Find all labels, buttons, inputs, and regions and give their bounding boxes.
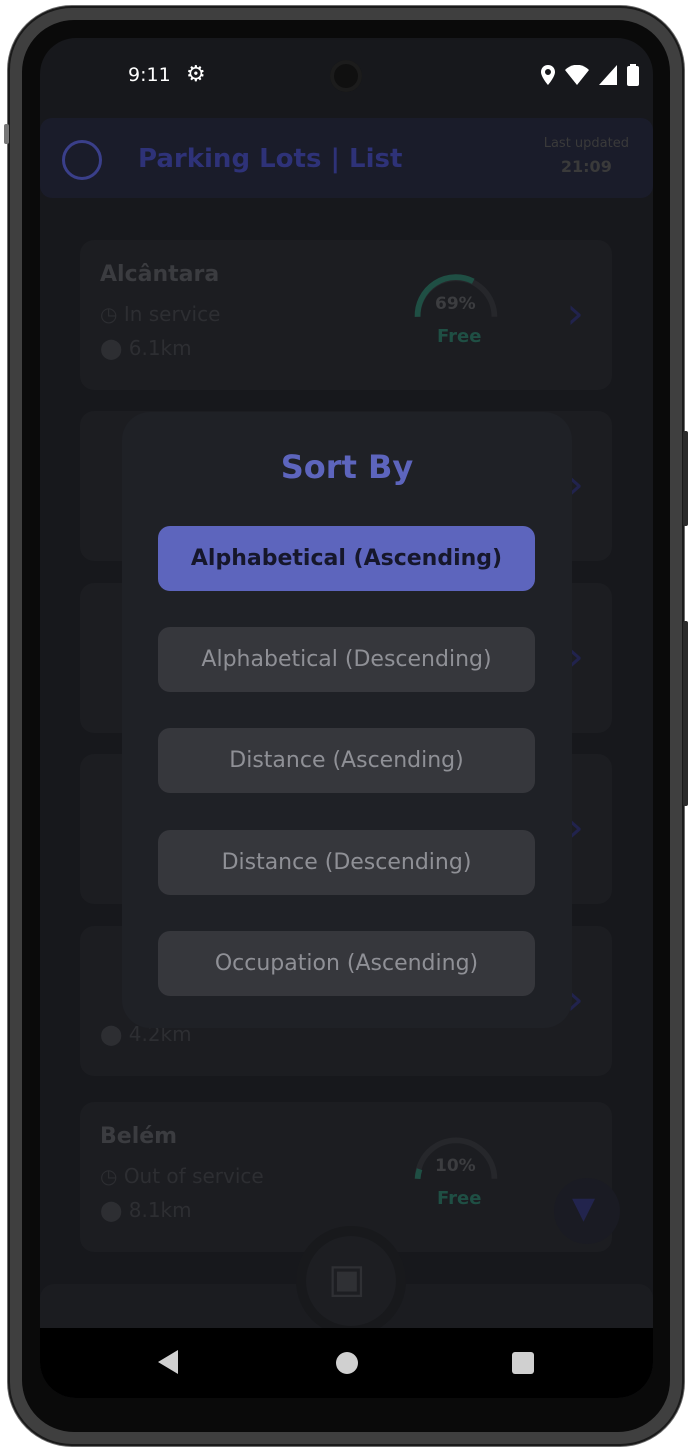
last-updated: Last updated 21:09 bbox=[544, 136, 629, 176]
card-free-label: Free bbox=[437, 326, 482, 347]
status-time: 9:11 bbox=[128, 64, 171, 86]
gear-icon: ⚙ bbox=[186, 62, 206, 87]
card-distance: ⬤ 8.1km bbox=[100, 1198, 192, 1222]
home-icon[interactable] bbox=[336, 1352, 358, 1374]
sort-option-occupation-asc[interactable]: Occupation (Ascending) bbox=[158, 931, 535, 996]
page-title: Parking Lots | List bbox=[138, 144, 403, 174]
card-name: Alcântara bbox=[100, 262, 220, 287]
card-distance: ⬤ 6.1km bbox=[100, 336, 192, 360]
signal-icon bbox=[599, 65, 617, 85]
sort-option-distance-desc[interactable]: Distance (Descending) bbox=[158, 830, 535, 895]
top-bar: Parking Lots | List Last updated 21:09 bbox=[40, 118, 653, 198]
status-icons bbox=[541, 64, 639, 86]
parking-card[interactable]: Belém ◷ Out of service ⬤ 8.1km 10% Free bbox=[80, 1102, 612, 1252]
recent-apps-icon[interactable] bbox=[512, 1352, 534, 1374]
filter-button[interactable]: ▼ bbox=[554, 1178, 620, 1244]
card-percent: 69% bbox=[435, 294, 476, 314]
screen: 9:11 ⚙ Parking Lots | List Last updated … bbox=[40, 38, 653, 1398]
card-service-text: Out of service bbox=[123, 1164, 264, 1188]
camera-cutout bbox=[330, 60, 362, 92]
status-bar: 9:11 ⚙ bbox=[40, 38, 653, 114]
location-icon bbox=[541, 65, 555, 85]
sort-option-alphabetical-desc[interactable]: Alphabetical (Descending) bbox=[158, 627, 535, 692]
sort-dialog: Sort By Alphabetical (Ascending) Alphabe… bbox=[122, 412, 572, 1028]
card-service: ◷ Out of service bbox=[100, 1164, 264, 1188]
card-distance-text: 8.1km bbox=[128, 1198, 192, 1222]
card-distance-text: 6.1km bbox=[128, 336, 192, 360]
card-percent: 10% bbox=[435, 1156, 476, 1176]
sort-option-distance-asc[interactable]: Distance (Ascending) bbox=[158, 728, 535, 793]
card-free-label: Free bbox=[437, 1188, 482, 1209]
parking-card[interactable]: Alcântara ◷ In service ⬤ 6.1km 69% Free … bbox=[80, 240, 612, 390]
system-nav-bar bbox=[40, 1328, 653, 1398]
chevron-right-icon[interactable]: › bbox=[566, 288, 584, 339]
last-updated-time: 21:09 bbox=[560, 157, 612, 176]
sort-option-alphabetical-asc[interactable]: Alphabetical (Ascending) bbox=[158, 526, 535, 591]
card-service-text: In service bbox=[123, 302, 221, 326]
qr-scan-button[interactable]: ▣ bbox=[306, 1236, 396, 1326]
wifi-icon bbox=[565, 65, 589, 85]
dialog-title: Sort By bbox=[280, 448, 414, 486]
app-logo-icon bbox=[62, 140, 102, 180]
card-name: Belém bbox=[100, 1124, 178, 1149]
power-button bbox=[683, 621, 688, 806]
card-service: ◷ In service bbox=[100, 302, 221, 326]
filter-icon: ▼ bbox=[572, 1191, 596, 1226]
qr-icon: ▣ bbox=[328, 1256, 366, 1302]
battery-icon bbox=[627, 64, 639, 86]
back-icon[interactable] bbox=[158, 1350, 178, 1374]
phone-button-left bbox=[4, 124, 9, 144]
volume-button bbox=[683, 431, 688, 526]
last-updated-label: Last updated bbox=[543, 136, 629, 151]
